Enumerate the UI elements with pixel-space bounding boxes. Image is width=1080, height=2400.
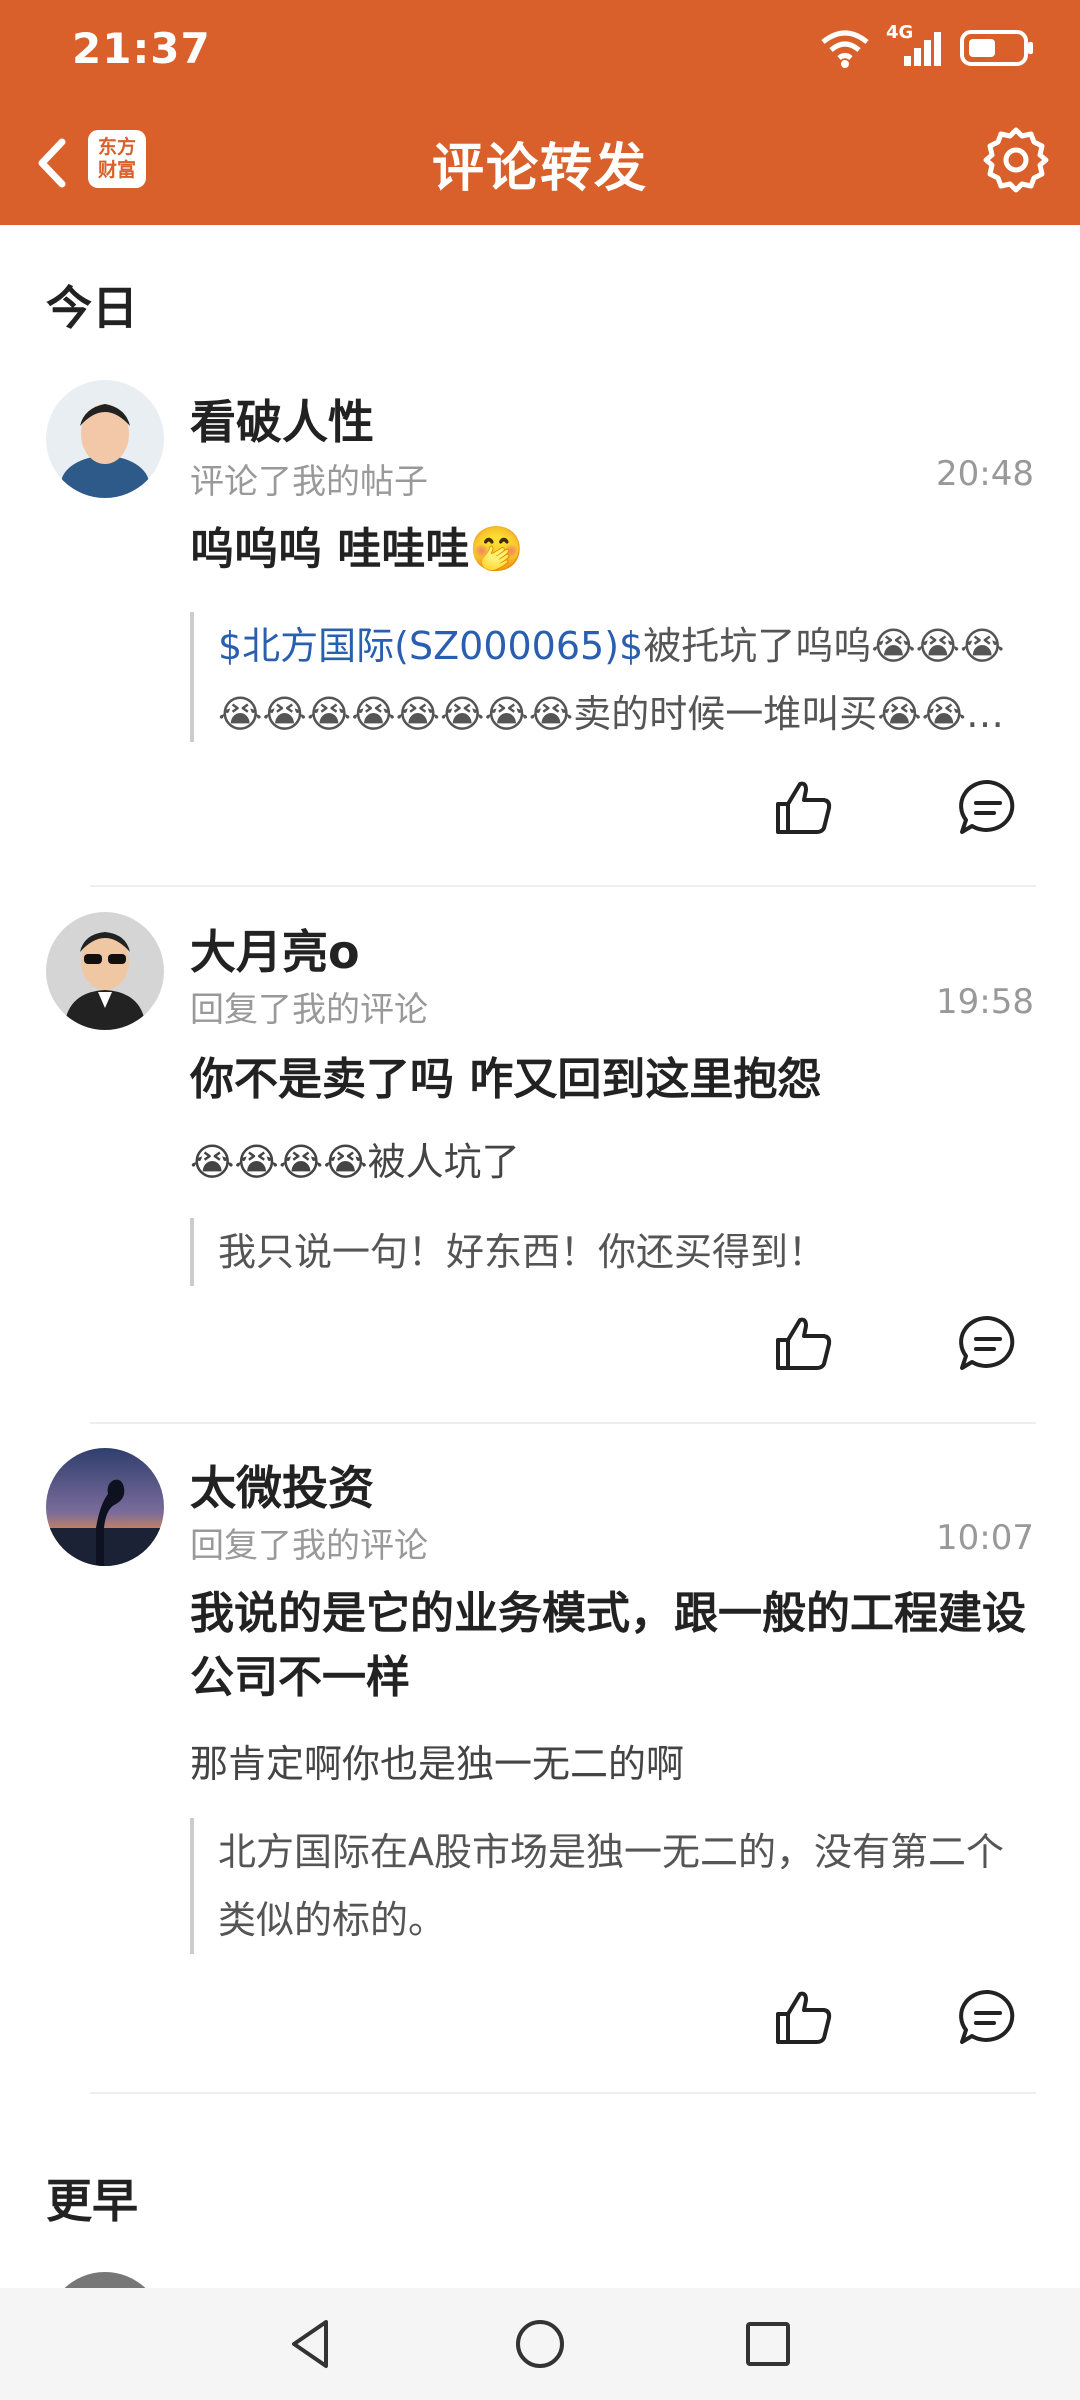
username[interactable]: 太微投资 <box>190 1452 374 1518</box>
list-item[interactable]: 太微投资 回复了我的评论 10:07 我说的是它的业务模式，跟一般的工程建设公司… <box>0 1448 1080 2088</box>
status-bar: 21:37 4G <box>0 0 1080 100</box>
app-header: 21:37 4G 东方 财富 评论转发 <box>0 0 1080 225</box>
reply-text: 那肯定啊你也是独一无二的啊 <box>190 1742 685 1786</box>
battery-icon <box>960 30 1033 66</box>
username[interactable]: 大月亮o <box>190 916 360 982</box>
thumbs-up-icon[interactable] <box>772 776 836 840</box>
comment-content: 我说的是它的业务模式，跟一般的工程建设公司不一样 <box>190 1588 1026 1703</box>
reply-text: 😭😭😭😭被人坑了 <box>190 1140 520 1184</box>
list-item[interactable]: 看破人性 评论了我的帖子 20:48 呜呜呜 哇哇哇🤭 $北方国际(SZ0000… <box>0 380 1080 885</box>
status-icons: 4G <box>820 22 1034 68</box>
comment-icon[interactable] <box>956 1986 1020 2050</box>
action-text: 回复了我的评论 <box>190 1526 428 1566</box>
quoted-post[interactable]: $北方国际(SZ000065)$被托坑了呜呜😭😭😭 😭😭😭😭😭😭😭😭卖的时候一堆… <box>190 612 1040 742</box>
quoted-post-line1: $北方国际(SZ000065)$被托坑了呜呜😭😭😭 <box>218 612 1040 680</box>
comment-icon[interactable] <box>956 1312 1020 1376</box>
nav-bar: 东方 财富 评论转发 <box>0 110 1080 210</box>
quoted-post-line2: 😭😭😭😭😭😭😭😭卖的时候一堆叫买😭😭… <box>218 692 1005 736</box>
action-text: 评论了我的帖子 <box>190 462 428 502</box>
gear-icon[interactable] <box>980 124 1052 196</box>
signal-icon: 4G <box>886 22 944 68</box>
comment-content: 你不是卖了吗 咋又回到这里抱怨 <box>190 1054 822 1105</box>
section-today: 今日 <box>46 281 138 335</box>
stock-link[interactable]: $北方国际(SZ000065)$ <box>218 624 643 668</box>
action-text: 回复了我的评论 <box>190 990 428 1030</box>
quoted-comment[interactable]: 我只说一句！好东西！你还买得到！ <box>190 1218 1040 1286</box>
divider <box>90 1422 1036 1424</box>
divider <box>90 885 1036 887</box>
timestamp: 19:58 <box>936 982 1034 1022</box>
avatar[interactable] <box>46 1448 164 1566</box>
list-item[interactable]: 大月亮o 回复了我的评论 19:58 你不是卖了吗 咋又回到这里抱怨 😭😭😭😭被… <box>0 912 1080 1417</box>
quoted-text: 被托坑了呜呜😭😭😭 <box>643 624 1005 668</box>
username[interactable]: 看破人性 <box>190 386 374 452</box>
recents-square-icon[interactable] <box>738 2314 798 2374</box>
comment-content: 呜呜呜 哇哇哇🤭 <box>190 524 525 575</box>
quoted-comment[interactable]: 北方国际在A股市场是独一无二的，没有第二个类似的标的。 <box>190 1818 1040 1954</box>
comment-icon[interactable] <box>956 776 1020 840</box>
wifi-icon <box>821 30 869 68</box>
back-triangle-icon[interactable] <box>282 2314 342 2374</box>
timestamp: 20:48 <box>936 454 1034 494</box>
system-nav-bar <box>0 2288 1080 2400</box>
page-title: 评论转发 <box>431 139 648 199</box>
thumbs-up-icon[interactable] <box>772 1312 836 1376</box>
avatar[interactable] <box>46 380 164 498</box>
thumbs-up-icon[interactable] <box>772 1986 836 2050</box>
divider <box>90 2092 1036 2094</box>
avatar[interactable] <box>46 912 164 1030</box>
timestamp: 10:07 <box>936 1518 1034 1558</box>
status-time: 21:37 <box>72 24 211 73</box>
home-circle-icon[interactable] <box>510 2314 570 2374</box>
section-earlier: 更早 <box>46 2174 138 2228</box>
